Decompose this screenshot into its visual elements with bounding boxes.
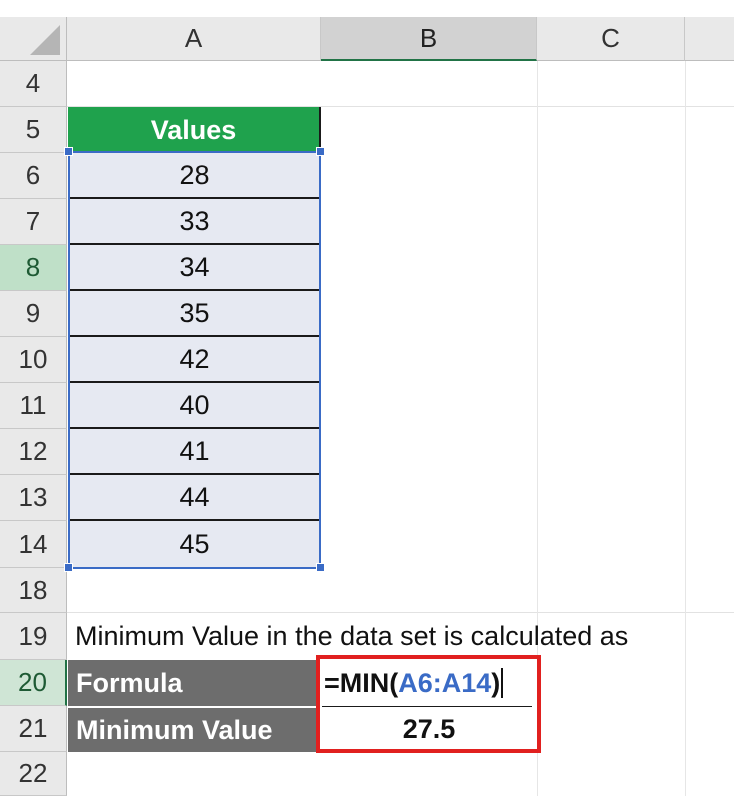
select-all-triangle-icon xyxy=(30,25,60,55)
row-header[interactable]: 20 xyxy=(0,660,67,706)
grid-column-line xyxy=(685,61,686,796)
row-header[interactable]: 22 xyxy=(0,752,67,796)
row-header[interactable]: 18 xyxy=(0,568,67,613)
range-handle-bottom-right[interactable] xyxy=(316,563,325,572)
grid-row xyxy=(67,752,734,796)
column-header-a[interactable]: A xyxy=(67,17,321,61)
minimum-value-label-cell[interactable]: Minimum Value xyxy=(68,706,320,752)
row-header[interactable]: 5 xyxy=(0,107,67,153)
row-header[interactable]: 8 xyxy=(0,245,67,291)
row-header[interactable]: 19 xyxy=(0,613,67,660)
range-handle-top-left[interactable] xyxy=(64,147,73,156)
row-header[interactable]: 11 xyxy=(0,383,67,429)
row-header[interactable]: 10 xyxy=(0,337,67,383)
row-header[interactable]: 9 xyxy=(0,291,67,337)
grid-row xyxy=(67,61,734,107)
column-header-c[interactable]: C xyxy=(537,17,685,61)
grid-row xyxy=(67,568,734,613)
formula-row-divider xyxy=(322,706,532,707)
row-header[interactable]: 21 xyxy=(0,706,67,752)
result-highlight-box xyxy=(316,655,541,753)
range-handle-top-right[interactable] xyxy=(316,147,325,156)
select-all-corner[interactable] xyxy=(0,17,67,61)
row-header[interactable]: 12 xyxy=(0,429,67,475)
row-header[interactable]: 7 xyxy=(0,199,67,245)
range-selection-border xyxy=(68,151,321,569)
formula-label-cell[interactable]: Formula xyxy=(68,660,320,706)
range-handle-bottom-left[interactable] xyxy=(64,563,73,572)
row-header[interactable]: 4 xyxy=(0,61,67,107)
row-header[interactable]: 13 xyxy=(0,475,67,521)
values-header-cell[interactable]: Values xyxy=(68,107,321,153)
column-header-b[interactable]: B xyxy=(321,17,537,61)
row-header[interactable]: 6 xyxy=(0,153,67,199)
column-header-d[interactable] xyxy=(685,17,734,61)
top-bar xyxy=(0,0,734,17)
row-header[interactable]: 14 xyxy=(0,521,67,568)
note-text[interactable]: Minimum Value in the data set is calcula… xyxy=(75,613,734,660)
